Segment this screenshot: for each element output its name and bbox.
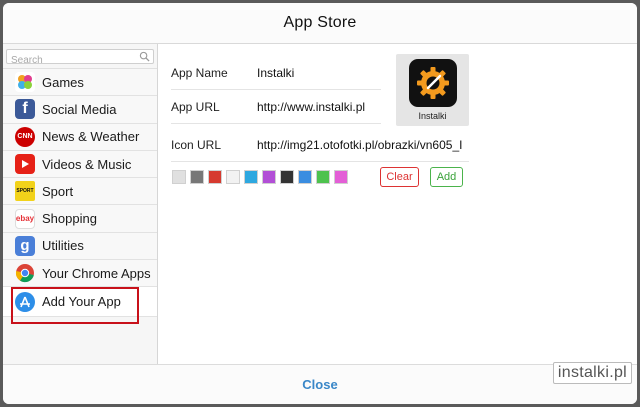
app-url-label: App URL [171, 99, 220, 114]
search-box [6, 49, 154, 67]
close-button[interactable]: Close [302, 377, 337, 392]
app-name-row: App Name Instalki [171, 56, 381, 90]
sidebar-item-label: Shopping [42, 211, 97, 227]
sidebar-item-social-media[interactable]: f Social Media [3, 96, 157, 124]
sidebar-item-label: Social Media [42, 101, 117, 117]
sidebar-item-utilities[interactable]: g Utilities [3, 232, 157, 261]
sidebar-item-add-your-app[interactable]: Add Your App [3, 287, 157, 318]
ebay-icon: ebay [15, 208, 35, 229]
sidebar-item-label: Videos & Music [42, 156, 132, 172]
color-swatch[interactable] [262, 170, 276, 184]
sidebar-item-label: Utilities [42, 238, 84, 254]
color-swatch[interactable] [190, 170, 204, 184]
color-swatch[interactable] [298, 170, 312, 184]
dialog-body: Games f Social Media CNN News & Weather … [3, 44, 637, 364]
sidebar-item-shopping[interactable]: ebay Shopping [3, 205, 157, 233]
app-store-icon [15, 291, 35, 312]
cnn-icon: CNN [15, 126, 35, 147]
watermark-text: instalki.pl [557, 364, 627, 381]
youtube-icon [15, 154, 35, 175]
sidebar-item-label: Sport [42, 183, 74, 199]
color-swatch[interactable] [334, 170, 348, 184]
app-preview-name: Instalki [418, 111, 447, 121]
games-icon [15, 72, 35, 93]
sidebar: Games f Social Media CNN News & Weather … [3, 44, 158, 364]
sidebar-item-news-weather[interactable]: CNN News & Weather [3, 123, 157, 151]
footer: Close [3, 364, 637, 404]
search-input[interactable] [7, 54, 153, 67]
icon-url-label: Icon URL [171, 137, 222, 152]
instalki-watermark: instalki.pl [552, 362, 632, 384]
sidebar-item-label: Games [42, 74, 84, 90]
search-wrap [3, 44, 157, 69]
color-swatch[interactable] [208, 170, 222, 184]
title-bar: App Store [3, 3, 637, 44]
color-swatch[interactable] [172, 170, 186, 184]
sidebar-item-sport[interactable]: SPORT Sport [3, 178, 157, 206]
search-icon[interactable] [139, 51, 150, 62]
app-name-field[interactable]: Instalki [257, 66, 294, 80]
sidebar-item-label: Your Chrome Apps [42, 265, 151, 281]
color-swatches [172, 170, 348, 184]
sidebar-item-label: News & Weather [42, 129, 140, 145]
sidebar-item-label: Add Your App [42, 294, 121, 310]
app-store-dialog: App Store Games [3, 3, 637, 404]
color-swatch[interactable] [226, 170, 240, 184]
sidebar-item-chrome-apps[interactable]: Your Chrome Apps [3, 260, 157, 288]
sport-icon: SPORT [15, 181, 35, 202]
app-preview: Instalki [396, 54, 469, 126]
icon-url-row: Icon URL http://img21.otofotki.pl/obrazk… [171, 128, 469, 162]
clear-button[interactable]: Clear [380, 167, 419, 187]
facebook-icon: f [15, 99, 35, 120]
sidebar-item-games[interactable]: Games [3, 69, 157, 97]
main-panel: App Name Instalki App URL http://www.ins… [158, 44, 637, 364]
app-name-label: App Name [171, 65, 228, 80]
color-swatch[interactable] [280, 170, 294, 184]
google-icon: g [15, 235, 35, 256]
add-button[interactable]: Add [430, 167, 463, 187]
chrome-icon [15, 263, 35, 283]
color-swatch[interactable] [244, 170, 258, 184]
app-url-row: App URL http://www.instalki.pl [171, 90, 381, 124]
dialog-title: App Store [283, 14, 357, 31]
color-swatch[interactable] [316, 170, 330, 184]
instalki-app-icon [408, 59, 457, 107]
icon-url-field[interactable]: http://img21.otofotki.pl/obrazki/vn605_I [257, 138, 468, 152]
sidebar-item-videos-music[interactable]: Videos & Music [3, 150, 157, 179]
app-url-field[interactable]: http://www.instalki.pl [257, 100, 365, 114]
